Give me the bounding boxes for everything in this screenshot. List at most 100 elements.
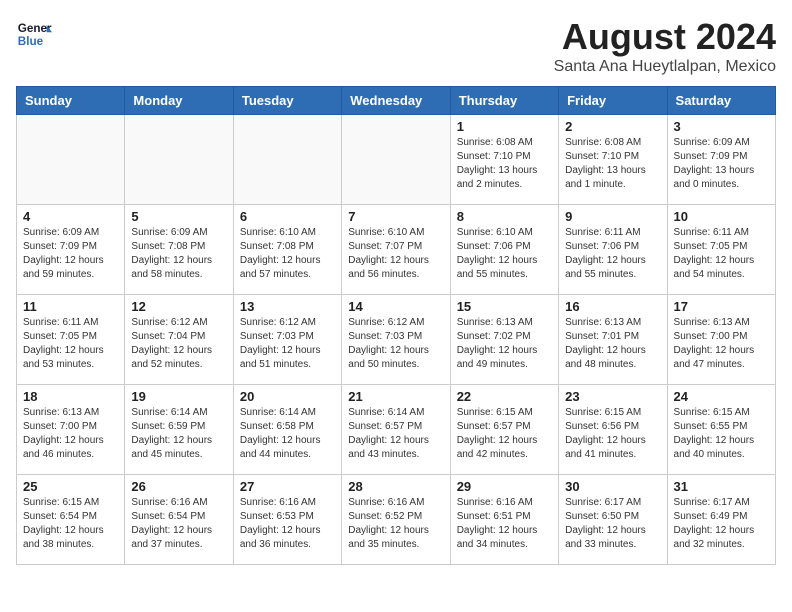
calendar-cell: 19Sunrise: 6:14 AMSunset: 6:59 PMDayligh… <box>125 385 233 475</box>
calendar-cell: 3 Sunrise: 6:09 AMSunset: 7:09 PMDaylight… <box>667 115 775 205</box>
week-row-5: 25Sunrise: 6:15 AMSunset: 6:54 PMDayligh… <box>17 475 776 565</box>
day-info: Sunrise: 6:09 AMSunset: 7:09 PMDaylight:… <box>674 136 769 192</box>
day-info: Sunrise: 6:10 AMSunset: 7:07 PMDaylight:… <box>348 226 443 282</box>
day-number: 12 <box>131 299 226 314</box>
day-info: Sunrise: 6:13 AMSunset: 7:00 PMDaylight:… <box>23 406 118 462</box>
day-info: Sunrise: 6:09 AMSunset: 7:09 PMDaylight:… <box>23 226 118 282</box>
calendar-cell: 7 Sunrise: 6:10 AMSunset: 7:07 PMDaylight… <box>342 205 450 295</box>
day-number: 6 <box>240 209 335 224</box>
weekday-header-wednesday: Wednesday <box>342 87 450 115</box>
calendar-cell: 24Sunrise: 6:15 AMSunset: 6:55 PMDayligh… <box>667 385 775 475</box>
calendar-cell: 11Sunrise: 6:11 AMSunset: 7:05 PMDayligh… <box>17 295 125 385</box>
day-number: 19 <box>131 389 226 404</box>
day-number: 9 <box>565 209 660 224</box>
day-number: 15 <box>457 299 552 314</box>
weekday-header-thursday: Thursday <box>450 87 558 115</box>
week-row-1: 1 Sunrise: 6:08 AMSunset: 7:10 PMDaylight… <box>17 115 776 205</box>
calendar-cell: 18 Sunrise: 6:13 AMSunset: 7:00 PMDayligh… <box>17 385 125 475</box>
day-number: 22 <box>457 389 552 404</box>
calendar-cell <box>17 115 125 205</box>
day-info: Sunrise: 6:14 AMSunset: 6:58 PMDaylight:… <box>240 406 335 462</box>
title-area: August 2024 Santa Ana Hueytlalpan, Mexic… <box>554 16 776 76</box>
day-number: 1 <box>457 119 552 134</box>
day-number: 25 <box>23 479 118 494</box>
day-number: 20 <box>240 389 335 404</box>
calendar-cell: 31 Sunrise: 6:17 AMSunset: 6:49 PMDayligh… <box>667 475 775 565</box>
calendar-cell <box>233 115 341 205</box>
calendar-cell: 12 Sunrise: 6:12 AMSunset: 7:04 PMDayligh… <box>125 295 233 385</box>
day-info: Sunrise: 6:15 AMSunset: 6:55 PMDaylight:… <box>674 406 769 462</box>
day-number: 16 <box>565 299 660 314</box>
calendar-cell: 28 Sunrise: 6:16 AMSunset: 6:52 PMDayligh… <box>342 475 450 565</box>
day-number: 29 <box>457 479 552 494</box>
calendar-cell <box>125 115 233 205</box>
calendar-cell: 2 Sunrise: 6:08 AMSunset: 7:10 PMDaylight… <box>559 115 667 205</box>
day-info: Sunrise: 6:16 AMSunset: 6:53 PMDaylight:… <box>240 496 335 552</box>
day-number: 2 <box>565 119 660 134</box>
calendar-cell: 29 Sunrise: 6:16 AMSunset: 6:51 PMDayligh… <box>450 475 558 565</box>
day-info: Sunrise: 6:10 AMSunset: 7:06 PMDaylight:… <box>457 226 552 282</box>
day-info: Sunrise: 6:13 AMSunset: 7:01 PMDaylight:… <box>565 316 660 372</box>
week-row-4: 18 Sunrise: 6:13 AMSunset: 7:00 PMDayligh… <box>17 385 776 475</box>
weekday-header-tuesday: Tuesday <box>233 87 341 115</box>
day-number: 31 <box>674 479 769 494</box>
weekday-header-monday: Monday <box>125 87 233 115</box>
calendar-cell: 25Sunrise: 6:15 AMSunset: 6:54 PMDayligh… <box>17 475 125 565</box>
logo: General Blue <box>16 16 52 52</box>
week-row-2: 4Sunrise: 6:09 AMSunset: 7:09 PMDaylight… <box>17 205 776 295</box>
weekday-header-sunday: Sunday <box>17 87 125 115</box>
calendar-cell: 14Sunrise: 6:12 AMSunset: 7:03 PMDayligh… <box>342 295 450 385</box>
day-info: Sunrise: 6:16 AMSunset: 6:52 PMDaylight:… <box>348 496 443 552</box>
day-info: Sunrise: 6:09 AMSunset: 7:08 PMDaylight:… <box>131 226 226 282</box>
svg-text:Blue: Blue <box>18 35 44 48</box>
day-number: 21 <box>348 389 443 404</box>
day-info: Sunrise: 6:17 AMSunset: 6:49 PMDaylight:… <box>674 496 769 552</box>
day-number: 30 <box>565 479 660 494</box>
day-info: Sunrise: 6:17 AMSunset: 6:50 PMDaylight:… <box>565 496 660 552</box>
calendar-cell: 16 Sunrise: 6:13 AMSunset: 7:01 PMDayligh… <box>559 295 667 385</box>
calendar-cell: 20 Sunrise: 6:14 AMSunset: 6:58 PMDayligh… <box>233 385 341 475</box>
calendar-cell: 4Sunrise: 6:09 AMSunset: 7:09 PMDaylight… <box>17 205 125 295</box>
day-number: 23 <box>565 389 660 404</box>
day-info: Sunrise: 6:12 AMSunset: 7:04 PMDaylight:… <box>131 316 226 372</box>
day-number: 10 <box>674 209 769 224</box>
day-info: Sunrise: 6:12 AMSunset: 7:03 PMDaylight:… <box>240 316 335 372</box>
calendar-cell: 6 Sunrise: 6:10 AMSunset: 7:08 PMDaylight… <box>233 205 341 295</box>
day-number: 14 <box>348 299 443 314</box>
page-subtitle: Santa Ana Hueytlalpan, Mexico <box>554 58 776 76</box>
calendar-cell: 9 Sunrise: 6:11 AMSunset: 7:06 PMDaylight… <box>559 205 667 295</box>
day-number: 8 <box>457 209 552 224</box>
day-info: Sunrise: 6:16 AMSunset: 6:51 PMDaylight:… <box>457 496 552 552</box>
day-info: Sunrise: 6:13 AMSunset: 7:02 PMDaylight:… <box>457 316 552 372</box>
day-info: Sunrise: 6:14 AMSunset: 6:57 PMDaylight:… <box>348 406 443 462</box>
calendar-cell: 23 Sunrise: 6:15 AMSunset: 6:56 PMDayligh… <box>559 385 667 475</box>
calendar-cell: 30 Sunrise: 6:17 AMSunset: 6:50 PMDayligh… <box>559 475 667 565</box>
day-info: Sunrise: 6:16 AMSunset: 6:54 PMDaylight:… <box>131 496 226 552</box>
weekday-header-friday: Friday <box>559 87 667 115</box>
day-number: 26 <box>131 479 226 494</box>
day-info: Sunrise: 6:13 AMSunset: 7:00 PMDaylight:… <box>674 316 769 372</box>
day-info: Sunrise: 6:15 AMSunset: 6:57 PMDaylight:… <box>457 406 552 462</box>
header-area: General Blue August 2024 Santa Ana Hueyt… <box>16 16 776 76</box>
calendar-cell: 27 Sunrise: 6:16 AMSunset: 6:53 PMDayligh… <box>233 475 341 565</box>
calendar-cell: 22 Sunrise: 6:15 AMSunset: 6:57 PMDayligh… <box>450 385 558 475</box>
day-info: Sunrise: 6:11 AMSunset: 7:06 PMDaylight:… <box>565 226 660 282</box>
calendar-cell: 15 Sunrise: 6:13 AMSunset: 7:02 PMDayligh… <box>450 295 558 385</box>
day-info: Sunrise: 6:10 AMSunset: 7:08 PMDaylight:… <box>240 226 335 282</box>
calendar-table: SundayMondayTuesdayWednesdayThursdayFrid… <box>16 86 776 565</box>
calendar-cell: 8 Sunrise: 6:10 AMSunset: 7:06 PMDaylight… <box>450 205 558 295</box>
calendar-cell: 21 Sunrise: 6:14 AMSunset: 6:57 PMDayligh… <box>342 385 450 475</box>
day-number: 3 <box>674 119 769 134</box>
day-number: 28 <box>348 479 443 494</box>
day-number: 13 <box>240 299 335 314</box>
day-info: Sunrise: 6:08 AMSunset: 7:10 PMDaylight:… <box>565 136 660 192</box>
day-number: 18 <box>23 389 118 404</box>
calendar-cell <box>342 115 450 205</box>
day-info: Sunrise: 6:08 AMSunset: 7:10 PMDaylight:… <box>457 136 552 192</box>
day-info: Sunrise: 6:15 AMSunset: 6:56 PMDaylight:… <box>565 406 660 462</box>
day-number: 7 <box>348 209 443 224</box>
calendar-cell: 1 Sunrise: 6:08 AMSunset: 7:10 PMDaylight… <box>450 115 558 205</box>
day-number: 27 <box>240 479 335 494</box>
day-number: 5 <box>131 209 226 224</box>
calendar-cell: 10Sunrise: 6:11 AMSunset: 7:05 PMDayligh… <box>667 205 775 295</box>
